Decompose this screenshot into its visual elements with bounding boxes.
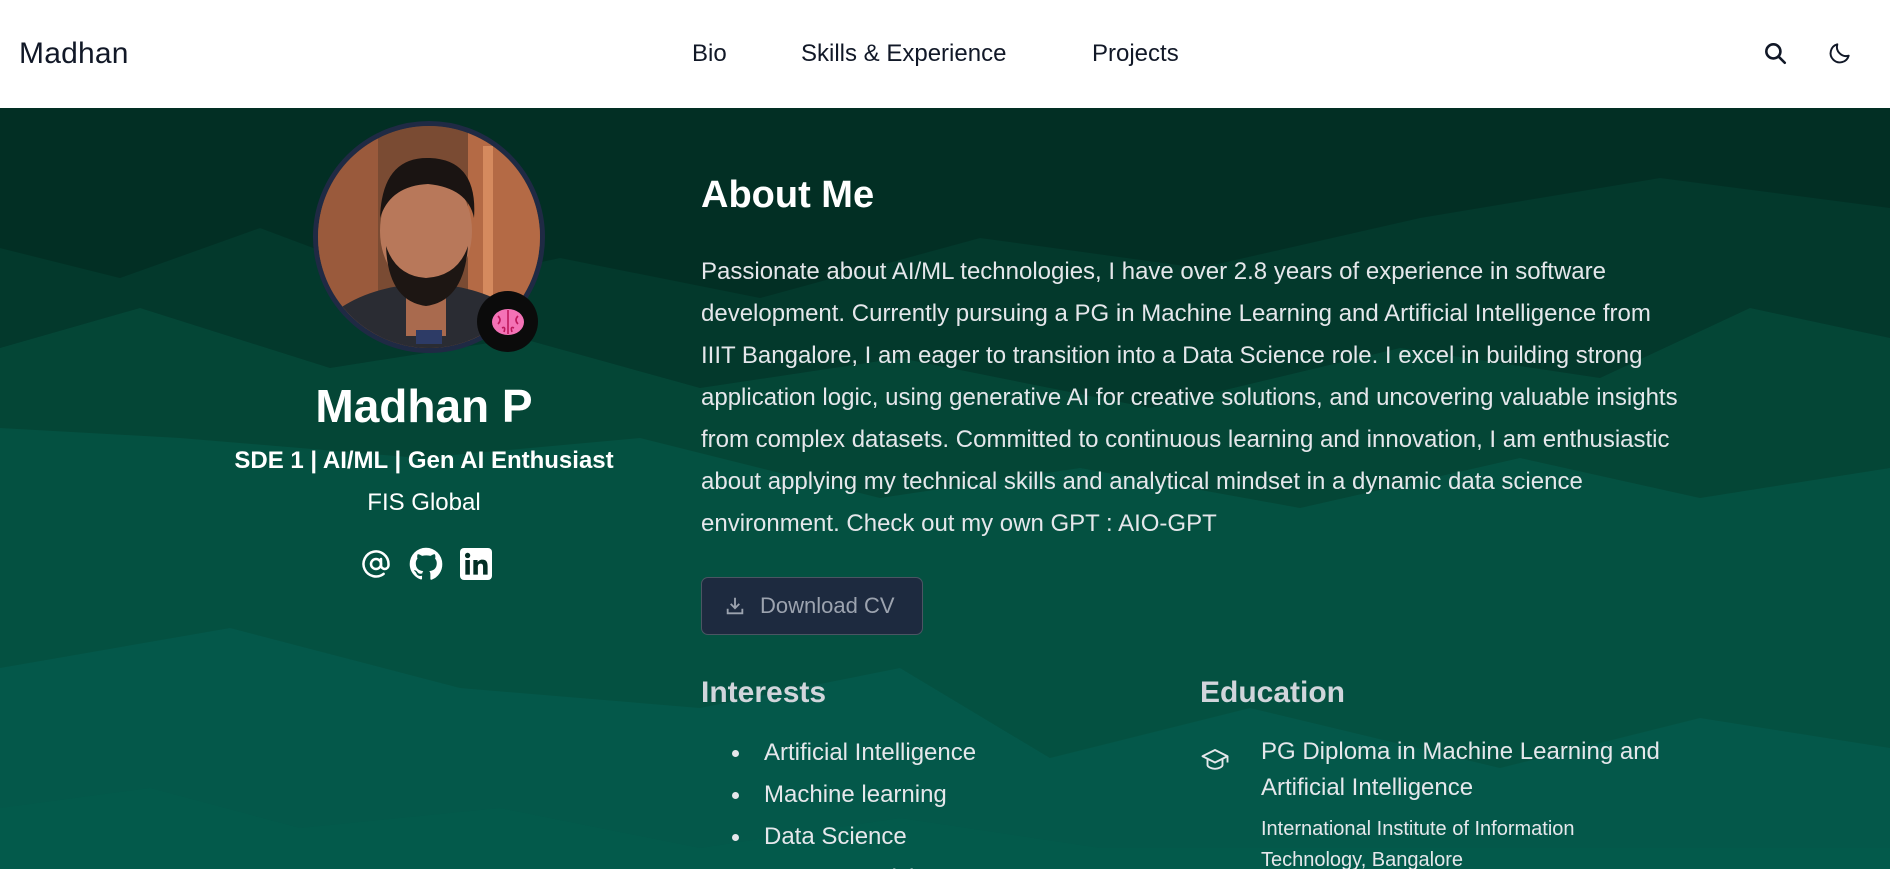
download-cv-button[interactable]: Download CV <box>701 577 923 635</box>
download-cv-label: Download CV <box>760 593 895 618</box>
nav-link-skills-experience[interactable]: Skills & Experience <box>801 38 1006 70</box>
education-school: International Institute of Information T… <box>1261 818 1575 869</box>
avatar-wrap <box>313 121 545 353</box>
interests-list: Artificial Intelligence Machine learning… <box>701 732 976 869</box>
nav-links: Bio Skills & Experience Projects <box>0 38 1890 70</box>
search-icon[interactable] <box>1758 36 1792 70</box>
list-item: Data Science <box>701 816 976 858</box>
nav-link-bio[interactable]: Bio <box>692 38 727 70</box>
education-heading: Education <box>1200 676 1346 709</box>
about-heading: About Me <box>701 174 875 216</box>
education-degree: PG Diploma in Machine Learning and Artif… <box>1261 738 1660 801</box>
nav-link-projects[interactable]: Projects <box>1092 38 1179 70</box>
hero-section: Madhan P SDE 1 | AI/ML | Gen AI Enthusia… <box>0 108 1890 869</box>
navbar: Madhan Bio Skills & Experience Projects <box>0 0 1890 108</box>
hero-content: Madhan P SDE 1 | AI/ML | Gen AI Enthusia… <box>0 108 1890 869</box>
github-icon[interactable] <box>408 546 443 582</box>
about-text: Passionate about AI/ML technologies, I h… <box>701 258 1678 537</box>
list-item: Artificial Intelligence <box>701 732 976 774</box>
social-links <box>358 546 493 582</box>
list-item: Computer Vision <box>701 858 976 869</box>
download-icon <box>726 597 744 615</box>
interests-heading: Interests <box>701 676 827 709</box>
at-sign-icon[interactable] <box>358 546 393 582</box>
moon-icon[interactable] <box>1823 36 1857 70</box>
graduation-cap-icon <box>1201 749 1229 770</box>
brain-icon <box>477 291 538 352</box>
list-item: Machine learning <box>701 774 976 816</box>
linkedin-icon[interactable] <box>458 546 493 582</box>
